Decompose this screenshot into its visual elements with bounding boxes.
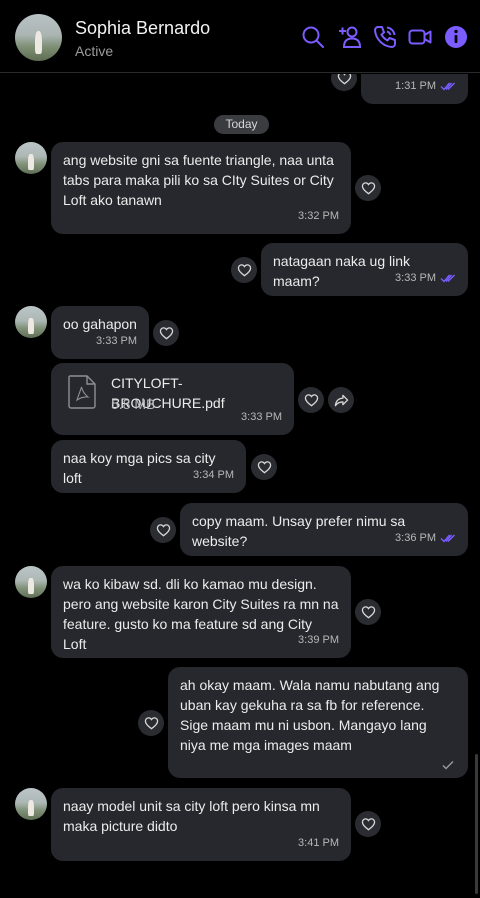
- day-separator: Today: [214, 115, 269, 134]
- message-bubble-in[interactable]: ang website gni sa fuente triangle, naa …: [51, 142, 351, 234]
- seen-tick-icon: [440, 534, 455, 543]
- react-button[interactable]: [331, 74, 357, 91]
- contact-avatar[interactable]: [15, 14, 62, 61]
- add-person-icon[interactable]: [337, 24, 363, 50]
- heart-icon: [156, 523, 170, 536]
- heart-icon: [361, 181, 375, 194]
- message-bubble-out[interactable]: natagaan naka ug link maam? 3:33 PM: [261, 243, 468, 296]
- message-time: 3:39 PM: [298, 634, 339, 646]
- heart-icon: [237, 263, 251, 276]
- seen-tick-icon: [440, 274, 455, 283]
- react-button[interactable]: [355, 175, 381, 201]
- react-button[interactable]: [251, 454, 277, 480]
- search-icon[interactable]: [300, 24, 326, 50]
- heart-icon: [304, 393, 318, 406]
- message-bubble-out[interactable]: 1:31 PM: [361, 74, 468, 104]
- heart-icon: [144, 716, 158, 729]
- message-bubble-out[interactable]: copy maam. Unsay prefer nimu sa website?…: [180, 503, 468, 556]
- sent-tick-icon: [442, 761, 454, 770]
- react-button[interactable]: [138, 710, 164, 736]
- heart-icon: [361, 605, 375, 618]
- message-time: 3:33 PM: [96, 335, 137, 347]
- react-button[interactable]: [355, 599, 381, 625]
- video-icon[interactable]: [407, 24, 433, 50]
- react-button[interactable]: [231, 257, 257, 283]
- heart-icon: [361, 817, 375, 830]
- react-button[interactable]: [153, 320, 179, 346]
- sender-avatar[interactable]: [15, 566, 47, 598]
- heart-icon: [337, 74, 351, 84]
- message-bubble-in[interactable]: oo gahapon 3:33 PM: [51, 306, 149, 359]
- message-text: ah okay maam. Wala namu nabutang ang uba…: [180, 677, 440, 753]
- message-bubble-in[interactable]: naa koy mga pics sa city loft 3:34 PM: [51, 440, 246, 493]
- pdf-file-icon: [67, 375, 97, 409]
- react-button[interactable]: [150, 517, 176, 543]
- phone-icon[interactable]: [372, 24, 398, 50]
- message-text: ang website gni sa fuente triangle, naa …: [63, 152, 334, 208]
- seen-tick-icon: [440, 82, 455, 91]
- heart-icon: [257, 460, 271, 473]
- forward-icon: [334, 394, 348, 406]
- message-time: 1:31 PM: [395, 80, 436, 92]
- message-bubble-out[interactable]: ah okay maam. Wala namu nabutang ang uba…: [168, 667, 468, 778]
- message-text: naay model unit sa city loft pero kinsa …: [63, 798, 320, 834]
- file-size: 5.8 MB: [111, 396, 156, 412]
- sender-avatar[interactable]: [15, 142, 47, 174]
- message-time: 3:32 PM: [298, 210, 339, 222]
- message-time: 3:34 PM: [193, 469, 234, 481]
- scrollbar[interactable]: [475, 754, 478, 894]
- sender-avatar[interactable]: [15, 306, 47, 338]
- message-time: 3:33 PM: [241, 411, 282, 423]
- react-button[interactable]: [355, 811, 381, 837]
- info-icon[interactable]: [443, 24, 469, 50]
- message-time: 3:33 PM: [395, 272, 436, 284]
- contact-name[interactable]: Sophia Bernardo: [75, 18, 210, 39]
- message-bubble-in[interactable]: naay model unit sa city loft pero kinsa …: [51, 788, 351, 861]
- heart-icon: [159, 326, 173, 339]
- message-list[interactable]: 1:31 PM Today ang website gni sa fuente …: [0, 74, 480, 898]
- message-time: 3:41 PM: [298, 837, 339, 849]
- message-time: 3:36 PM: [395, 532, 436, 544]
- react-button[interactable]: [298, 387, 324, 413]
- message-bubble-in[interactable]: wa ko kibaw sd. dli ko kamao mu design. …: [51, 566, 351, 658]
- chat-header: Sophia Bernardo Active: [0, 0, 480, 73]
- forward-button[interactable]: [328, 387, 354, 413]
- contact-status: Active: [75, 43, 114, 59]
- sender-avatar[interactable]: [15, 788, 47, 820]
- file-attachment[interactable]: CITYLOFT-BROUCHURE.pdf 5.8 MB 3:33 PM: [51, 363, 294, 435]
